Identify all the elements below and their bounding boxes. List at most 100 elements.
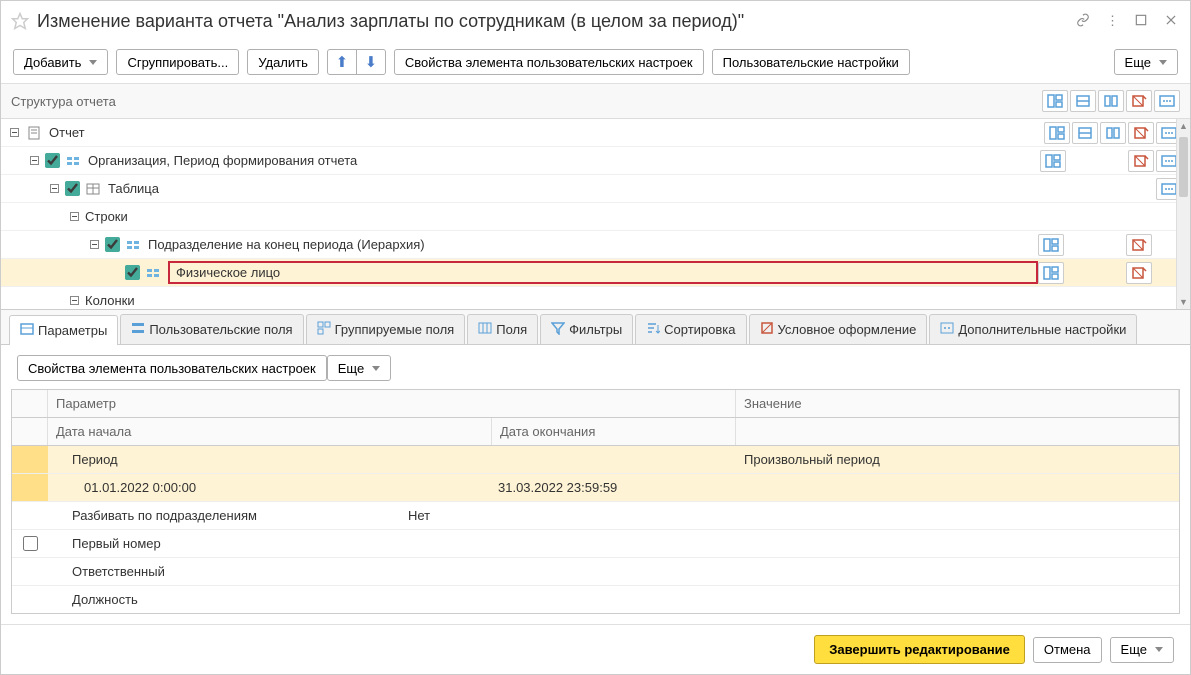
structure-tool-3-button[interactable]	[1126, 262, 1152, 284]
collapse-icon[interactable]	[87, 238, 101, 252]
scroll-down-icon[interactable]: ▼	[1177, 295, 1190, 309]
tab-cond[interactable]: Условное оформление	[749, 314, 928, 344]
close-icon[interactable]	[1162, 11, 1180, 32]
collapse-icon[interactable]	[27, 154, 41, 168]
tab-groupfields[interactable]: Группируемые поля	[306, 314, 466, 344]
tree-checkbox[interactable]	[65, 181, 80, 196]
param-mid-cell: Нет	[400, 504, 490, 527]
move-down-button[interactable]: ⬇	[356, 49, 386, 75]
param-value-cell	[736, 484, 1179, 492]
move-up-button[interactable]: ⬆	[327, 49, 357, 75]
structure-tool-2-button[interactable]	[1098, 90, 1124, 112]
maximize-icon[interactable]	[1132, 11, 1150, 32]
tree-row[interactable]: Таблица	[1, 175, 1190, 203]
grouping-icon	[124, 238, 142, 252]
grid-row[interactable]: Разбивать по подразделениямНет	[12, 502, 1179, 530]
tab-element-props-button[interactable]: Свойства элемента пользовательских настр…	[17, 355, 327, 381]
tree-label: Колонки	[85, 293, 1182, 308]
grid-subheader-start: Дата начала	[48, 418, 492, 445]
structure-tool-0-button[interactable]	[1042, 90, 1068, 112]
structure-tool-0-button[interactable]	[1044, 122, 1070, 144]
structure-tool-3-button[interactable]	[1128, 122, 1154, 144]
group-button[interactable]: Сгруппировать...	[116, 49, 239, 75]
chevron-down-icon	[89, 60, 97, 65]
structure-tool-3-button[interactable]	[1126, 90, 1152, 112]
tree-label: Строки	[85, 209, 1182, 224]
delete-button[interactable]: Удалить	[247, 49, 319, 75]
table-icon	[84, 182, 102, 196]
tab-userfields[interactable]: Пользовательские поля	[120, 314, 303, 344]
scroll-up-icon[interactable]: ▲	[1177, 119, 1190, 133]
favorite-star-icon[interactable]	[11, 12, 29, 30]
parameters-grid: Параметр Значение Дата начала Дата оконч…	[11, 389, 1180, 614]
fields-tab-icon	[478, 321, 492, 338]
structure-tool-0-button[interactable]	[1040, 150, 1066, 172]
collapse-icon[interactable]	[67, 210, 81, 224]
tab-fields[interactable]: Поля	[467, 314, 538, 344]
structure-header: Структура отчета	[1, 84, 1190, 119]
structure-scrollbar[interactable]: ▲ ▼	[1176, 119, 1190, 309]
tree-row[interactable]: Строки	[1, 203, 1190, 231]
link-icon[interactable]	[1074, 11, 1092, 32]
param-checkbox[interactable]	[23, 536, 38, 551]
structure-header-toolbar	[1042, 90, 1180, 112]
tab-toolbar: Свойства элемента пользовательских настр…	[11, 355, 1180, 389]
user-settings-button[interactable]: Пользовательские настройки	[712, 49, 910, 75]
collapse-icon[interactable]	[7, 126, 21, 140]
param-value-cell: Произвольный период	[736, 448, 1179, 471]
tab-label: Группируемые поля	[335, 322, 455, 337]
collapse-icon[interactable]	[47, 182, 61, 196]
tree-row[interactable]: Колонки	[1, 287, 1190, 309]
finish-editing-button[interactable]: Завершить редактирование	[814, 635, 1025, 664]
element-props-button[interactable]: Свойства элемента пользовательских настр…	[394, 49, 704, 75]
structure-tree: ОтчетОрганизация, Период формирования от…	[1, 119, 1190, 309]
tree-row-toolbar	[1036, 178, 1182, 200]
structure-tool-2-button[interactable]	[1100, 122, 1126, 144]
add-button[interactable]: Добавить	[13, 49, 108, 75]
structure-tool-3-button[interactable]	[1128, 150, 1154, 172]
main-toolbar: Добавить Сгруппировать... Удалить ⬆ ⬇ Св…	[1, 41, 1190, 84]
grid-subheader-check	[12, 418, 48, 445]
structure-tool-0-button[interactable]	[1038, 234, 1064, 256]
tab-filters[interactable]: Фильтры	[540, 314, 633, 344]
grid-row[interactable]: ПериодПроизвольный период	[12, 446, 1179, 474]
structure-tool-1-button[interactable]	[1072, 122, 1098, 144]
tab-label: Параметры	[38, 323, 107, 338]
extra-tab-icon	[940, 321, 954, 338]
grid-row[interactable]: Первый номер	[12, 530, 1179, 558]
collapse-icon[interactable]	[67, 294, 81, 308]
arrow-down-icon: ⬇	[365, 55, 378, 70]
more-menu-icon[interactable]: ⋮	[1104, 11, 1120, 31]
structure-tool-3-button[interactable]	[1126, 234, 1152, 256]
tab-sort[interactable]: Сортировка	[635, 314, 746, 344]
param-end-cell	[490, 456, 736, 464]
structure-tool-0-button[interactable]	[1038, 262, 1064, 284]
param-mid-cell	[400, 596, 490, 604]
tab-extra[interactable]: Дополнительные настройки	[929, 314, 1137, 344]
tree-row[interactable]: Отчет	[1, 119, 1190, 147]
grouping-icon	[64, 154, 82, 168]
cancel-button[interactable]: Отмена	[1033, 637, 1102, 663]
tree-row[interactable]: Физическое лицо	[1, 259, 1190, 287]
structure-tool-1-button[interactable]	[1070, 90, 1096, 112]
title-bar: Изменение варианта отчета "Анализ зарпла…	[1, 1, 1190, 41]
scroll-thumb[interactable]	[1179, 137, 1188, 197]
param-end-cell	[490, 596, 736, 604]
tab-content: Свойства элемента пользовательских настр…	[1, 345, 1190, 624]
more-button[interactable]: Еще	[1114, 49, 1178, 75]
footer: Завершить редактирование Отмена Еще	[1, 624, 1190, 674]
grid-row[interactable]: Должность	[12, 586, 1179, 613]
tree-checkbox[interactable]	[105, 237, 120, 252]
footer-more-button[interactable]: Еще	[1110, 637, 1174, 663]
tab-more-button[interactable]: Еще	[327, 355, 391, 381]
chevron-down-icon	[372, 366, 380, 371]
grid-row[interactable]: 01.01.2022 0:00:0031.03.2022 23:59:59	[12, 474, 1179, 502]
tree-row[interactable]: Организация, Период формирования отчета	[1, 147, 1190, 175]
grid-row[interactable]: Ответственный	[12, 558, 1179, 586]
tab-params[interactable]: Параметры	[9, 315, 118, 345]
grid-header-value: Значение	[736, 390, 1179, 417]
tree-checkbox[interactable]	[45, 153, 60, 168]
structure-tool-4-button[interactable]	[1154, 90, 1180, 112]
tree-row[interactable]: Подразделение на конец периода (Иерархия…	[1, 231, 1190, 259]
tree-checkbox[interactable]	[125, 265, 140, 280]
